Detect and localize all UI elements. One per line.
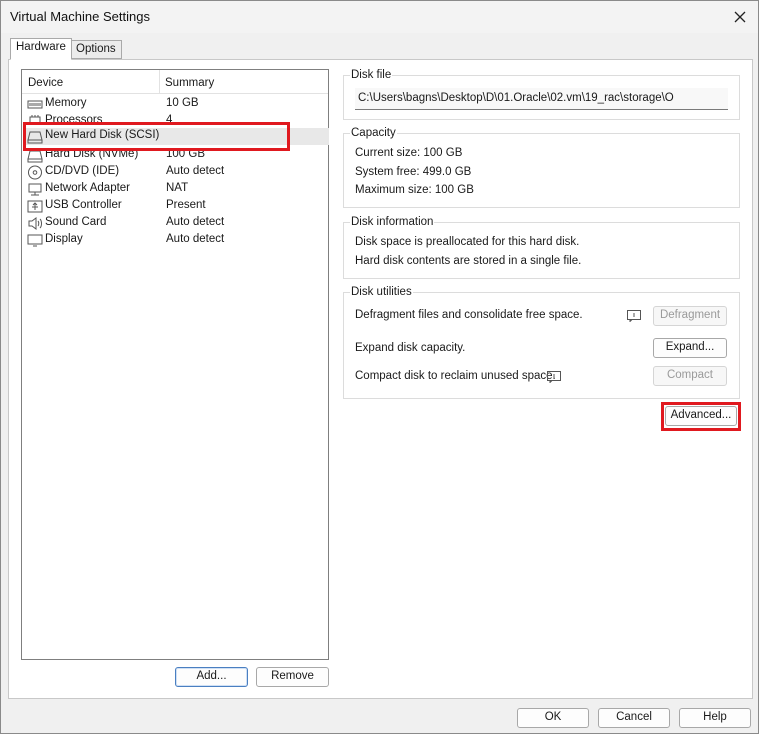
- hard-disk-icon: [27, 131, 43, 144]
- speaker-icon: [28, 217, 42, 230]
- monitor-icon: [27, 234, 43, 247]
- device-summary: 100 GB: [166, 148, 205, 160]
- device-list[interactable]: Device Summary Memory 10 GB Processors 4…: [21, 69, 329, 660]
- title-bar: Virtual Machine Settings: [1, 1, 758, 33]
- disk-information-heading: Disk information: [350, 216, 435, 228]
- device-summary: Present: [166, 199, 206, 211]
- info-icon[interactable]: [627, 310, 641, 322]
- column-header-summary[interactable]: Summary: [165, 77, 214, 89]
- cd-dvd-icon: [28, 165, 42, 180]
- device-summary: NAT: [166, 182, 189, 194]
- capacity-heading: Capacity: [350, 127, 397, 139]
- maximum-size-text: Maximum size: 100 GB: [355, 184, 474, 196]
- hard-disk-icon: [27, 150, 43, 163]
- device-row-cd-dvd[interactable]: CD/DVD (IDE) Auto detect: [23, 164, 329, 181]
- device-name: USB Controller: [45, 199, 122, 211]
- device-row-new-hard-disk-scsi[interactable]: New Hard Disk (SCSI): [23, 128, 329, 145]
- processor-icon: [29, 115, 41, 123]
- device-row-usb-controller[interactable]: USB Controller Present: [23, 198, 329, 215]
- expand-text: Expand disk capacity.: [355, 342, 466, 354]
- current-size-text: Current size: 100 GB: [355, 147, 463, 159]
- window-title: Virtual Machine Settings: [10, 9, 150, 24]
- ok-button[interactable]: OK: [517, 708, 589, 728]
- device-summary: Auto detect: [166, 165, 225, 177]
- device-row-network-adapter[interactable]: Network Adapter NAT: [23, 181, 329, 198]
- device-name: New Hard Disk (SCSI): [45, 129, 160, 141]
- vm-settings-window: Virtual Machine Settings Hardware Option…: [0, 0, 759, 734]
- remove-button[interactable]: Remove: [256, 667, 329, 687]
- compact-text: Compact disk to reclaim unused space.: [355, 370, 556, 382]
- column-divider[interactable]: [159, 70, 160, 94]
- device-list-header: Device Summary: [22, 70, 328, 94]
- defragment-text: Defragment files and consolidate free sp…: [355, 309, 583, 321]
- usb-icon: [27, 200, 43, 213]
- advanced-button[interactable]: Advanced...: [665, 406, 737, 426]
- close-icon: [734, 11, 746, 23]
- system-free-text: System free: 499.0 GB: [355, 166, 472, 178]
- info-icon[interactable]: [547, 371, 561, 383]
- device-name: Display: [45, 233, 83, 245]
- device-summary: 4: [166, 114, 173, 123]
- network-icon: [28, 183, 42, 196]
- disk-info-line2: Hard disk contents are stored in a singl…: [355, 255, 582, 267]
- memory-icon: [27, 100, 43, 109]
- device-row-sound-card[interactable]: Sound Card Auto detect: [23, 215, 329, 232]
- device-row-memory[interactable]: Memory 10 GB: [23, 96, 329, 113]
- device-row-processors[interactable]: Processors 4: [23, 113, 329, 123]
- device-summary: Auto detect: [166, 216, 225, 228]
- device-name: Network Adapter: [45, 182, 131, 194]
- close-button[interactable]: [728, 5, 752, 29]
- column-header-device[interactable]: Device: [28, 77, 63, 89]
- tab-hardware[interactable]: Hardware: [10, 38, 72, 60]
- device-name: Hard Disk (NVMe): [45, 148, 139, 160]
- cancel-button[interactable]: Cancel: [598, 708, 670, 728]
- disk-file-heading: Disk file: [350, 69, 393, 81]
- expand-button[interactable]: Expand...: [653, 338, 727, 358]
- device-name: Memory: [45, 97, 87, 109]
- tab-options[interactable]: Options: [70, 40, 122, 59]
- help-button[interactable]: Help: [679, 708, 751, 728]
- disk-information-group: [343, 222, 740, 279]
- device-name: Sound Card: [45, 216, 107, 228]
- device-row-hard-disk-nvme[interactable]: Hard Disk (NVMe) 100 GB: [23, 147, 329, 164]
- device-name: CD/DVD (IDE): [45, 165, 120, 177]
- disk-info-line1: Disk space is preallocated for this hard…: [355, 236, 580, 248]
- defragment-button[interactable]: Defragment: [653, 306, 727, 326]
- device-summary: 10 GB: [166, 97, 199, 109]
- disk-utilities-heading: Disk utilities: [350, 286, 413, 298]
- device-summary: Auto detect: [166, 233, 225, 245]
- compact-button[interactable]: Compact: [653, 366, 727, 386]
- disk-file-path-field[interactable]: C:\Users\bagns\Desktop\D\01.Oracle\02.vm…: [355, 88, 728, 110]
- device-name: Processors: [45, 114, 103, 123]
- device-row-display[interactable]: Display Auto detect: [23, 232, 329, 249]
- add-button[interactable]: Add...: [175, 667, 248, 687]
